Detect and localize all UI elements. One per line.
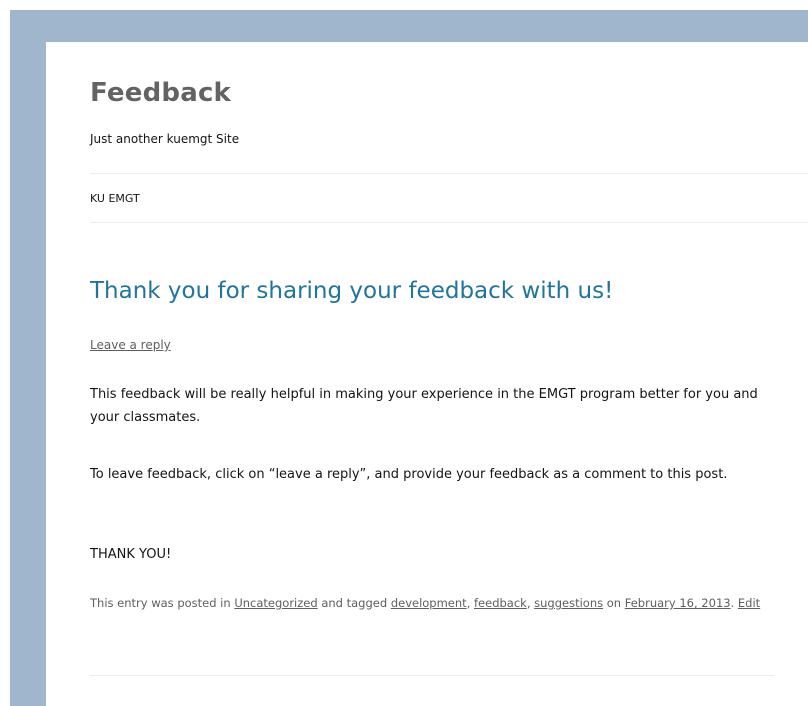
site-description: Just another kuemgt Site bbox=[90, 132, 240, 146]
nav-item-ku-emgt[interactable]: KU EMGT bbox=[90, 192, 140, 205]
edit-link[interactable]: Edit bbox=[738, 596, 760, 610]
browser-viewport: Feedback Just another kuemgt Site KU EMG… bbox=[0, 0, 808, 706]
post-date-link[interactable]: February 16, 2013 bbox=[625, 596, 731, 610]
page-container: Feedback Just another kuemgt Site KU EMG… bbox=[46, 42, 808, 706]
post-title[interactable]: Thank you for sharing your feedback with… bbox=[90, 278, 613, 304]
background-band-top bbox=[10, 10, 808, 42]
meta-on-text: on bbox=[603, 596, 625, 610]
tag-link-suggestions[interactable]: suggestions bbox=[534, 596, 603, 610]
entry-meta: This entry was posted in Uncategorized a… bbox=[90, 592, 780, 615]
header-divider-bottom bbox=[90, 222, 808, 223]
category-link-uncategorized[interactable]: Uncategorized bbox=[234, 596, 317, 610]
meta-prefix: This entry was posted in bbox=[90, 596, 235, 610]
post-paragraph: To leave feedback, click on “leave a rep… bbox=[90, 467, 728, 482]
header-divider-top bbox=[90, 173, 808, 174]
post-paragraph: THANK YOU! bbox=[90, 547, 172, 562]
site-title[interactable]: Feedback bbox=[90, 78, 231, 108]
tag-link-feedback[interactable]: feedback bbox=[474, 596, 527, 610]
tag-link-development[interactable]: development bbox=[391, 596, 467, 610]
meta-tagged-text: and tagged bbox=[317, 596, 391, 610]
tag-separator: , bbox=[466, 596, 474, 610]
meta-after-date: . bbox=[730, 596, 738, 610]
background-band-left bbox=[10, 10, 46, 706]
post-paragraph: This feedback will be really helpful in … bbox=[90, 387, 758, 425]
leave-reply-link[interactable]: Leave a reply bbox=[90, 338, 171, 352]
entry-divider-bottom bbox=[90, 675, 774, 676]
